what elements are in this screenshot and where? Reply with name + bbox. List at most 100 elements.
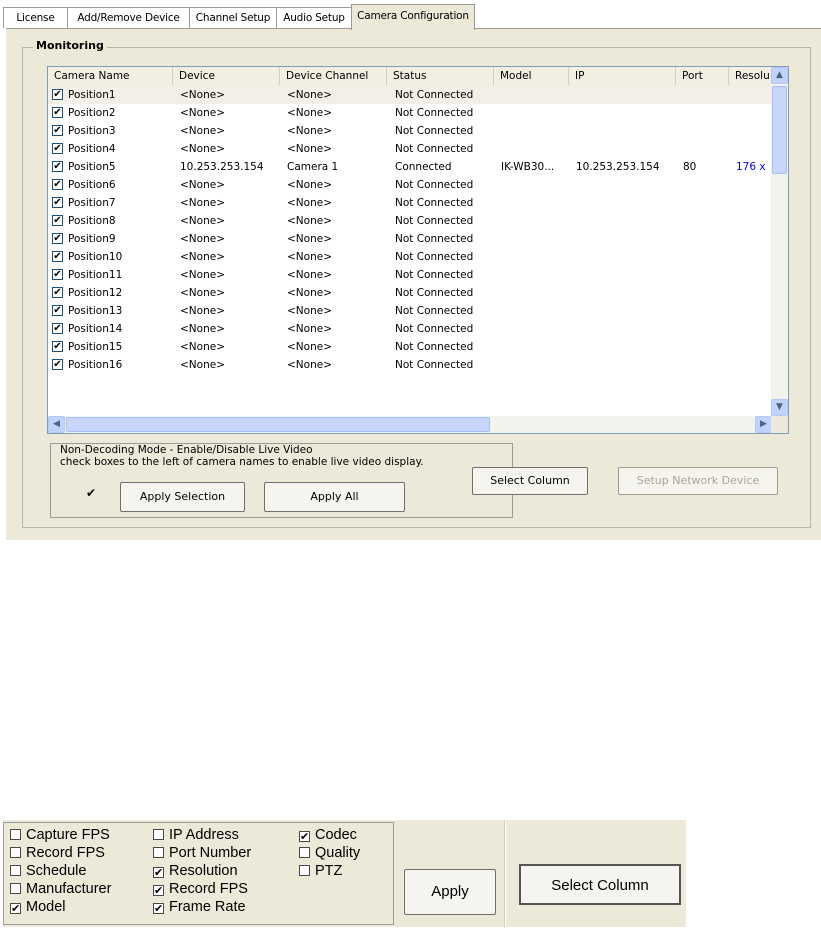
apply-selection-button[interactable]: Apply Selection <box>120 482 245 512</box>
row-checkbox[interactable]: ✔ <box>52 233 63 244</box>
column-option-label: Record FPS <box>169 881 248 897</box>
cell-device: <None> <box>180 125 225 137</box>
column-header-status[interactable]: Status <box>387 67 494 85</box>
table-row[interactable]: ✔ Position7 <None> <None> Not Connected <box>48 194 772 212</box>
row-checkbox[interactable]: ✔ <box>52 269 63 280</box>
column-option-checkbox[interactable] <box>153 847 164 858</box>
table-row[interactable]: ✔ Position5 10.253.253.154 Camera 1 Connecte… <box>48 158 772 176</box>
tab-license[interactable]: License <box>3 7 68 28</box>
cell-name: Position14 <box>68 323 123 335</box>
column-option-checkbox[interactable]: ✔ <box>153 903 164 915</box>
column-option-checkbox[interactable] <box>10 865 21 876</box>
row-checkbox[interactable]: ✔ <box>52 197 63 208</box>
cell-status: Not Connected <box>395 305 474 317</box>
column-option-checkbox[interactable] <box>299 847 310 858</box>
column-picker-select-column-button[interactable]: Select Column <box>519 864 681 905</box>
column-option[interactable]: ✔ Codec <box>299 827 357 844</box>
column-header-resolution[interactable]: Resolu <box>729 67 772 85</box>
list-header: Camera Name Device Device Channel Status… <box>48 67 772 87</box>
table-row[interactable]: ✔ Position6 <None> <None> Not Connected <box>48 176 772 194</box>
row-checkbox[interactable]: ✔ <box>52 179 63 190</box>
row-checkbox[interactable]: ✔ <box>52 251 63 262</box>
row-checkbox[interactable]: ✔ <box>52 305 63 316</box>
table-row[interactable]: ✔ Position2 <None> <None> Not Connected <box>48 104 772 122</box>
column-header-model[interactable]: Model <box>494 67 569 85</box>
column-option-checkbox[interactable] <box>153 829 164 840</box>
column-header-device-channel[interactable]: Device Channel <box>280 67 387 85</box>
row-checkbox[interactable]: ✔ <box>52 107 63 118</box>
column-header-camera-name[interactable]: Camera Name <box>48 67 173 85</box>
tab-channel-setup[interactable]: Channel Setup <box>189 7 277 28</box>
vertical-scroll-thumb[interactable] <box>772 86 787 174</box>
row-checkbox[interactable]: ✔ <box>52 125 63 136</box>
scroll-up-icon[interactable]: ▲ <box>771 67 788 84</box>
cell-device: <None> <box>180 341 225 353</box>
column-header-port[interactable]: Port <box>676 67 729 85</box>
table-row[interactable]: ✔ Position9 <None> <None> Not Connected <box>48 230 772 248</box>
column-header-ip[interactable]: IP <box>569 67 676 85</box>
column-option[interactable]: ✔ Record FPS <box>153 881 248 898</box>
row-checkbox[interactable]: ✔ <box>52 341 63 352</box>
table-row[interactable]: ✔ Position11 <None> <None> Not Connected <box>48 266 772 284</box>
scroll-left-icon[interactable]: ◀ <box>48 416 65 433</box>
apply-all-button[interactable]: Apply All <box>264 482 405 512</box>
cell-device: <None> <box>180 287 225 299</box>
column-option-checkbox[interactable] <box>10 829 21 840</box>
scroll-down-icon[interactable]: ▼ <box>771 399 788 416</box>
scroll-right-icon[interactable]: ▶ <box>755 416 772 433</box>
tab-camera-configuration[interactable]: Camera Configuration <box>351 4 475 30</box>
cell-device: <None> <box>180 233 225 245</box>
column-option[interactable]: Port Number <box>153 845 251 862</box>
column-option-checkbox[interactable] <box>10 847 21 858</box>
row-checkbox[interactable]: ✔ <box>52 161 63 172</box>
cell-device: <None> <box>180 251 225 263</box>
column-option[interactable]: ✔ Resolution <box>153 863 238 880</box>
row-checkbox[interactable]: ✔ <box>52 287 63 298</box>
row-checkbox[interactable]: ✔ <box>52 215 63 226</box>
table-row[interactable]: ✔ Position4 <None> <None> Not Connected <box>48 140 772 158</box>
column-option-checkbox[interactable]: ✔ <box>299 831 310 843</box>
column-option[interactable]: Manufacturer <box>10 881 111 898</box>
table-row[interactable]: ✔ Position14 <None> <None> Not Connected <box>48 320 772 338</box>
table-row[interactable]: ✔ Position8 <None> <None> Not Connected <box>48 212 772 230</box>
row-checkbox[interactable]: ✔ <box>52 323 63 334</box>
column-header-device[interactable]: Device <box>173 67 280 85</box>
non-decoding-checkbox[interactable]: ✔ <box>86 487 98 499</box>
table-row[interactable]: ✔ Position15 <None> <None> Not Connected <box>48 338 772 356</box>
column-option-checkbox[interactable] <box>10 883 21 894</box>
cell-device: <None> <box>180 269 225 281</box>
column-option[interactable]: ✔ Frame Rate <box>153 899 246 916</box>
column-option-checkbox[interactable]: ✔ <box>10 903 21 915</box>
table-row[interactable]: ✔ Position16 <None> <None> Not Connected <box>48 356 772 374</box>
select-column-button[interactable]: Select Column <box>472 467 588 495</box>
monitoring-title: Monitoring <box>33 39 107 52</box>
column-picker-apply-button[interactable]: Apply <box>404 869 496 915</box>
camera-list[interactable]: Camera Name Device Device Channel Status… <box>47 66 789 434</box>
row-checkbox[interactable]: ✔ <box>52 143 63 154</box>
table-row[interactable]: ✔ Position3 <None> <None> Not Connected <box>48 122 772 140</box>
table-row[interactable]: ✔ Position12 <None> <None> Not Connected <box>48 284 772 302</box>
column-option-checkbox[interactable]: ✔ <box>153 885 164 897</box>
table-row[interactable]: ✔ Position13 <None> <None> Not Connected <box>48 302 772 320</box>
column-option[interactable]: ✔ Model <box>10 899 66 916</box>
tab-add-remove-device[interactable]: Add/Remove Device <box>67 7 190 28</box>
vertical-scrollbar[interactable]: ▲ ▼ <box>771 67 788 416</box>
column-option[interactable]: Quality <box>299 845 360 862</box>
column-option-checkbox[interactable]: ✔ <box>153 867 164 879</box>
tab-strip: License Add/Remove Device Channel Setup … <box>0 0 821 30</box>
column-option-checkbox[interactable] <box>299 865 310 876</box>
table-row[interactable]: ✔ Position1 <None> <None> Not Connected <box>48 86 772 104</box>
column-option[interactable]: Capture FPS <box>10 827 110 844</box>
row-checkbox[interactable]: ✔ <box>52 359 63 370</box>
column-option[interactable]: IP Address <box>153 827 239 844</box>
table-row[interactable]: ✔ Position10 <None> <None> Not Connected <box>48 248 772 266</box>
tab-audio-setup[interactable]: Audio Setup <box>276 7 352 28</box>
column-option[interactable]: PTZ <box>299 863 342 880</box>
cell-status: Not Connected <box>395 179 474 191</box>
horizontal-scrollbar[interactable]: ◀ ▶ <box>48 416 772 433</box>
horizontal-scroll-thumb[interactable] <box>66 417 490 432</box>
column-option[interactable]: Schedule <box>10 863 86 880</box>
row-checkbox[interactable]: ✔ <box>52 89 63 100</box>
column-option[interactable]: Record FPS <box>10 845 105 862</box>
cell-model: IK-WB30... <box>501 161 555 173</box>
